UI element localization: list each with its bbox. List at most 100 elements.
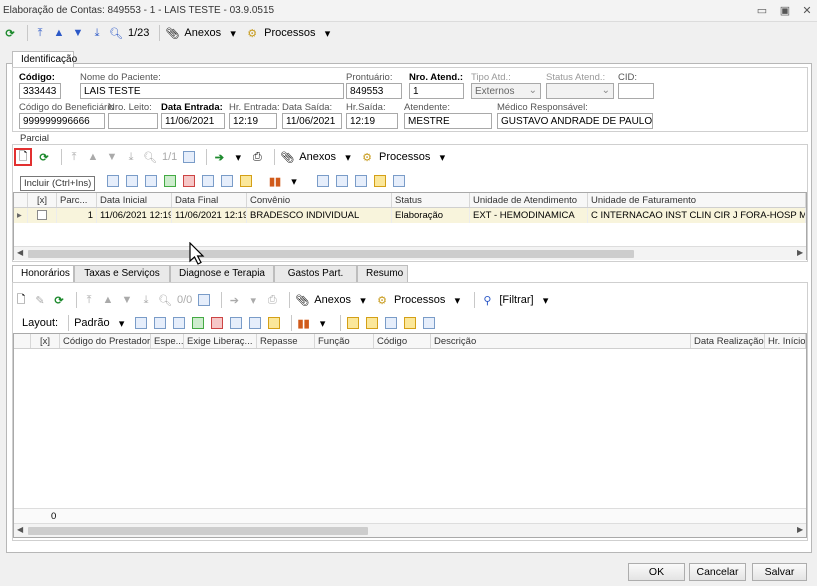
cancel-button[interactable]: Cancelar: [689, 563, 746, 581]
grid-tool-icon[interactable]: [346, 314, 360, 332]
printer-icon[interactable]: ⎙: [250, 148, 264, 166]
search-binoculars-icon[interactable]: 🔍︎: [143, 148, 157, 166]
atendente-field[interactable]: MESTRE: [404, 113, 492, 129]
column-header[interactable]: [x]: [31, 334, 60, 348]
delete-icon[interactable]: [182, 172, 196, 190]
scrollbar-thumb[interactable]: [28, 250, 634, 258]
data-saida-field[interactable]: 11/06/2021: [282, 113, 342, 129]
chevron-down-icon[interactable]: ▾: [341, 148, 355, 166]
chevron-down-icon[interactable]: ▾: [115, 314, 129, 332]
column-header[interactable]: Exige Liberaç...: [184, 334, 257, 348]
grid-tool-icon[interactable]: [384, 314, 398, 332]
filtrar-menu[interactable]: [Filtrar]: [499, 291, 533, 309]
grid-tool-icon[interactable]: [125, 172, 139, 190]
next-record-icon[interactable]: ▼: [120, 291, 134, 309]
font-icon[interactable]: [392, 172, 406, 190]
previous-record-icon[interactable]: ▲: [101, 291, 115, 309]
chart-icon[interactable]: ▮▮: [297, 314, 311, 332]
grid-tool-icon[interactable]: [239, 172, 253, 190]
chevron-down-icon[interactable]: ▾: [356, 291, 370, 309]
honorarios-anexos-menu[interactable]: Anexos: [314, 291, 351, 309]
grid-tool-icon[interactable]: [248, 314, 262, 332]
column-header[interactable]: Parc...: [57, 193, 97, 207]
chevron-down-icon[interactable]: ▾: [320, 24, 334, 42]
honorarios-h-scrollbar[interactable]: ◀ ▶: [14, 523, 806, 537]
first-record-icon[interactable]: ⤒: [33, 24, 47, 42]
refresh-icon[interactable]: ⟳: [3, 24, 17, 42]
first-record-icon[interactable]: ⤒: [67, 148, 81, 166]
column-header[interactable]: Status: [392, 193, 470, 207]
parcial-processos-menu[interactable]: Processos: [379, 148, 430, 166]
layout-select[interactable]: Padrão: [74, 314, 109, 332]
chart-icon[interactable]: ▮▮: [268, 172, 282, 190]
tab-resumo[interactable]: Resumo: [357, 265, 408, 282]
chevron-down-icon[interactable]: ▾: [231, 148, 245, 166]
new-record-icon[interactable]: 🗋︎: [14, 291, 28, 309]
tipo-atd-select[interactable]: Externos ⌄: [471, 83, 541, 99]
column-header[interactable]: Descrição: [431, 334, 691, 348]
grid-tool-icon[interactable]: [403, 314, 417, 332]
delete-icon[interactable]: [210, 314, 224, 332]
chevron-down-icon[interactable]: ▾: [316, 314, 330, 332]
grid-tool-icon[interactable]: [106, 172, 120, 190]
export-icon[interactable]: [163, 172, 177, 190]
navigate-arrow-icon[interactable]: ➔: [212, 148, 226, 166]
grid-tool-icon[interactable]: [172, 314, 186, 332]
column-header[interactable]: [x]: [28, 193, 57, 207]
column-header[interactable]: Código do Prestador: [60, 334, 151, 348]
search-binoculars-icon[interactable]: 🔍︎: [158, 291, 172, 309]
data-entrada-field[interactable]: 11/06/2021: [161, 113, 225, 129]
export-icon[interactable]: [191, 314, 205, 332]
column-header[interactable]: Data Realização: [691, 334, 765, 348]
refresh-icon[interactable]: ⟳: [52, 291, 66, 309]
chevron-down-icon[interactable]: ▾: [450, 291, 464, 309]
navigate-arrow-icon[interactable]: ➔: [227, 291, 241, 309]
last-record-icon[interactable]: ⤓: [124, 148, 138, 166]
column-header[interactable]: Hr. Início: [765, 334, 806, 348]
table-row[interactable]: ▸ 1 11/06/2021 12:19 11/06/2021 12:19 BR…: [14, 208, 806, 223]
grid-tool-icon[interactable]: [229, 314, 243, 332]
grid-tool-icon[interactable]: [201, 172, 215, 190]
column-header[interactable]: Espe...: [151, 334, 184, 348]
chevron-down-icon[interactable]: ▾: [246, 291, 260, 309]
next-record-icon[interactable]: ▼: [71, 24, 85, 42]
chevron-down-icon[interactable]: ▾: [539, 291, 553, 309]
filter-icon[interactable]: ⚲: [480, 291, 494, 309]
scroll-right-icon[interactable]: ▶: [797, 248, 803, 257]
medico-responsavel-field[interactable]: GUSTAVO ANDRADE DE PAULO: [497, 113, 653, 129]
close-button[interactable]: ✕: [800, 4, 814, 18]
scroll-left-icon[interactable]: ◀: [17, 525, 23, 534]
codigo-field[interactable]: 333443: [19, 83, 61, 99]
grid-tool-icon[interactable]: [365, 314, 379, 332]
hr-saida-field[interactable]: 12:19: [346, 113, 398, 129]
chevron-down-icon[interactable]: ▾: [226, 24, 240, 42]
calendar-icon[interactable]: [197, 291, 211, 309]
column-header[interactable]: Data Final: [172, 193, 247, 207]
row-checkbox[interactable]: [28, 208, 57, 223]
scroll-right-icon[interactable]: ▶: [797, 525, 803, 534]
last-record-icon[interactable]: ⤓: [139, 291, 153, 309]
column-header[interactable]: Convênio: [247, 193, 392, 207]
cid-field[interactable]: [618, 83, 654, 99]
chevron-down-icon[interactable]: ▾: [287, 172, 301, 190]
grid-tool-icon[interactable]: [153, 314, 167, 332]
column-header[interactable]: Data Inicial: [97, 193, 172, 207]
tab-taxas-servicos[interactable]: Taxas e Serviços: [74, 265, 170, 282]
nome-paciente-field[interactable]: LAIS TESTE: [80, 83, 344, 99]
column-header[interactable]: Função: [315, 334, 374, 348]
edit-record-icon[interactable]: ✎: [33, 291, 47, 309]
scrollbar-thumb[interactable]: [28, 527, 368, 535]
chevron-down-icon[interactable]: ▾: [435, 148, 449, 166]
nro-atend-field[interactable]: 1: [409, 83, 464, 99]
calendar-icon[interactable]: [182, 148, 196, 166]
hr-entrada-field[interactable]: 12:19: [229, 113, 277, 129]
honorarios-processos-menu[interactable]: Processos: [394, 291, 445, 309]
grid-tool-icon[interactable]: [335, 172, 349, 190]
grid-tool-icon[interactable]: [267, 314, 281, 332]
nro-leito-field[interactable]: [108, 113, 158, 129]
column-header[interactable]: Unidade de Atendimento: [470, 193, 588, 207]
column-header[interactable]: Unidade de Faturamento: [588, 193, 806, 207]
search-binoculars-icon[interactable]: 🔍︎: [109, 24, 123, 42]
column-header[interactable]: Código: [374, 334, 431, 348]
anexos-menu[interactable]: Anexos: [184, 24, 221, 42]
